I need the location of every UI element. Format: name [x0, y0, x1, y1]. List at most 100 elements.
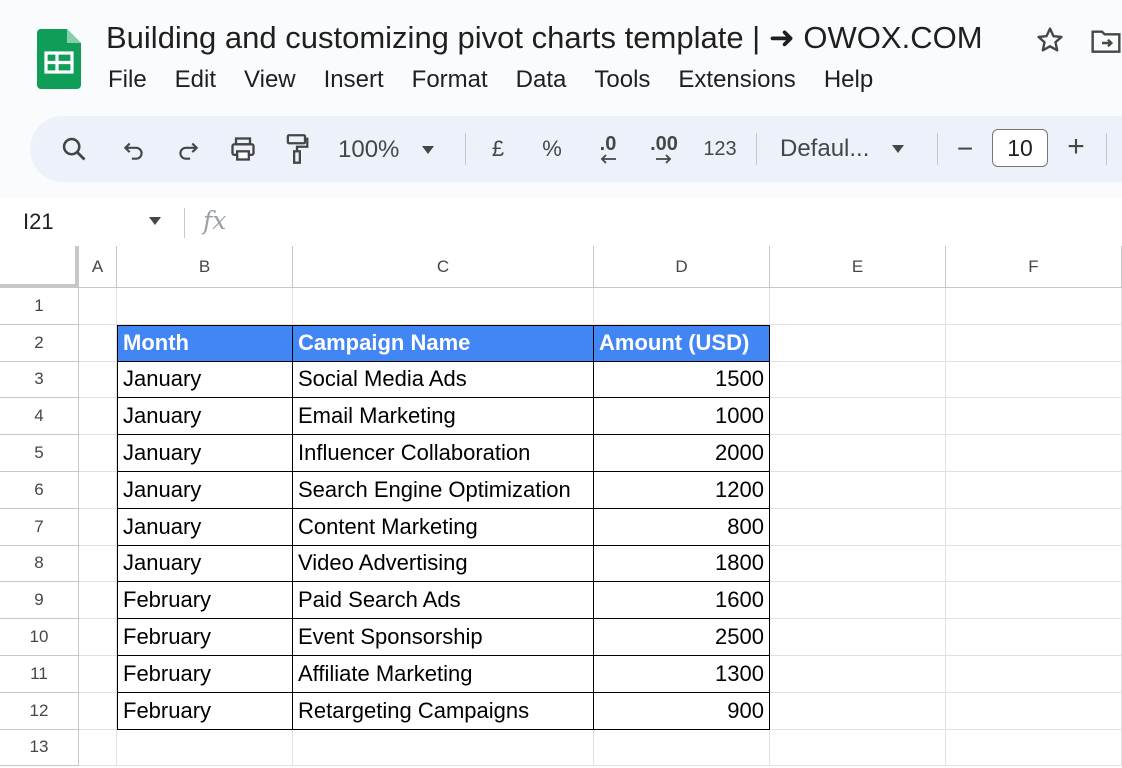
cell-b6[interactable]: January	[117, 472, 293, 509]
cell-a13[interactable]	[79, 729, 117, 767]
row-header-12[interactable]: 12	[0, 692, 79, 730]
more-formats-button[interactable]: 123	[700, 133, 740, 165]
menu-insert[interactable]: Insert	[324, 66, 384, 96]
cell-e10[interactable]	[770, 619, 946, 656]
cell-e6[interactable]	[770, 472, 946, 509]
cell-e2[interactable]	[770, 324, 946, 362]
formula-input[interactable]	[240, 206, 1100, 238]
star-icon[interactable]	[1034, 24, 1066, 56]
cell-e4[interactable]	[770, 398, 946, 436]
row-header-9[interactable]: 9	[0, 582, 79, 620]
cell-a8[interactable]	[79, 545, 117, 583]
decrease-font-size-button[interactable]: −	[952, 131, 978, 167]
menu-help[interactable]: Help	[824, 66, 873, 96]
cell-f13[interactable]	[946, 729, 1122, 767]
cell-a7[interactable]	[79, 508, 117, 546]
cell-c4[interactable]: Email Marketing	[293, 398, 594, 436]
cell-b12[interactable]: February	[117, 692, 293, 730]
row-header-1[interactable]: 1	[0, 288, 79, 325]
cell-b3[interactable]: January	[117, 361, 293, 399]
column-header-b[interactable]: B	[117, 246, 293, 288]
cell-e11[interactable]	[770, 656, 946, 693]
cell-b9[interactable]: February	[117, 582, 293, 620]
cell-c8[interactable]: Video Advertising	[293, 545, 594, 583]
cell-f4[interactable]	[946, 398, 1122, 436]
cell-b1[interactable]	[117, 288, 293, 325]
cell-c2[interactable]: Campaign Name	[293, 324, 594, 362]
name-box-dropdown-icon[interactable]	[148, 216, 162, 226]
cell-a12[interactable]	[79, 692, 117, 730]
column-header-c[interactable]: C	[293, 246, 594, 288]
cell-f12[interactable]	[946, 692, 1122, 730]
currency-format-button[interactable]: £	[484, 133, 512, 165]
cell-a5[interactable]	[79, 435, 117, 472]
row-header-10[interactable]: 10	[0, 619, 79, 656]
cell-e7[interactable]	[770, 508, 946, 546]
menu-file[interactable]: File	[108, 66, 147, 96]
cell-f10[interactable]	[946, 619, 1122, 656]
cell-e12[interactable]	[770, 692, 946, 730]
move-folder-icon[interactable]	[1090, 26, 1122, 56]
column-header-d[interactable]: D	[594, 246, 770, 288]
print-icon[interactable]	[226, 133, 260, 165]
menu-extensions[interactable]: Extensions	[678, 66, 795, 96]
cell-d10[interactable]: 2500	[594, 619, 770, 656]
cell-d1[interactable]	[594, 288, 770, 325]
cell-e9[interactable]	[770, 582, 946, 620]
cell-f5[interactable]	[946, 435, 1122, 472]
percent-format-button[interactable]: %	[537, 133, 567, 165]
cell-b8[interactable]: January	[117, 545, 293, 583]
cell-d7[interactable]: 800	[594, 508, 770, 546]
cell-e3[interactable]	[770, 361, 946, 399]
sheets-logo-icon[interactable]	[37, 29, 81, 89]
cell-b13[interactable]	[117, 729, 293, 767]
cell-d5[interactable]: 2000	[594, 435, 770, 472]
cell-d2[interactable]: Amount (USD)	[594, 324, 770, 362]
cell-b7[interactable]: January	[117, 508, 293, 546]
cell-a1[interactable]	[79, 288, 117, 325]
cell-f2[interactable]	[946, 324, 1122, 362]
redo-icon[interactable]	[172, 134, 204, 166]
cell-b2[interactable]: Month	[117, 324, 293, 362]
row-header-2[interactable]: 2	[0, 324, 79, 362]
cell-a2[interactable]	[79, 324, 117, 362]
cell-d13[interactable]	[594, 729, 770, 767]
cell-d12[interactable]: 900	[594, 692, 770, 730]
cell-e5[interactable]	[770, 435, 946, 472]
increase-font-size-button[interactable]: +	[1062, 129, 1090, 165]
row-header-5[interactable]: 5	[0, 435, 79, 472]
cell-d6[interactable]: 1200	[594, 472, 770, 509]
cell-f8[interactable]	[946, 545, 1122, 583]
row-header-7[interactable]: 7	[0, 508, 79, 546]
cell-a10[interactable]	[79, 619, 117, 656]
cell-a3[interactable]	[79, 361, 117, 399]
menu-data[interactable]: Data	[516, 66, 567, 96]
cell-c12[interactable]: Retargeting Campaigns	[293, 692, 594, 730]
row-header-8[interactable]: 8	[0, 545, 79, 583]
cell-d9[interactable]: 1600	[594, 582, 770, 620]
cell-d8[interactable]: 1800	[594, 545, 770, 583]
name-box[interactable]: I21	[23, 209, 54, 235]
cell-f7[interactable]	[946, 508, 1122, 546]
cell-f6[interactable]	[946, 472, 1122, 509]
cell-c6[interactable]: Search Engine Optimization	[293, 472, 594, 509]
row-header-4[interactable]: 4	[0, 398, 79, 436]
increase-decimal-button[interactable]: .00	[644, 131, 684, 167]
cell-c10[interactable]: Event Sponsorship	[293, 619, 594, 656]
cell-f11[interactable]	[946, 656, 1122, 693]
cell-b5[interactable]: January	[117, 435, 293, 472]
cell-c9[interactable]: Paid Search Ads	[293, 582, 594, 620]
cell-c3[interactable]: Social Media Ads	[293, 361, 594, 399]
column-header-e[interactable]: E	[770, 246, 946, 288]
cell-e13[interactable]	[770, 729, 946, 767]
menu-tools[interactable]: Tools	[594, 66, 650, 96]
cell-d3[interactable]: 1500	[594, 361, 770, 399]
menu-format[interactable]: Format	[412, 66, 488, 96]
row-header-3[interactable]: 3	[0, 361, 79, 399]
row-header-6[interactable]: 6	[0, 472, 79, 509]
cell-a9[interactable]	[79, 582, 117, 620]
cell-c1[interactable]	[293, 288, 594, 325]
menu-view[interactable]: View	[244, 66, 296, 96]
cell-f1[interactable]	[946, 288, 1122, 325]
cell-c7[interactable]: Content Marketing	[293, 508, 594, 546]
